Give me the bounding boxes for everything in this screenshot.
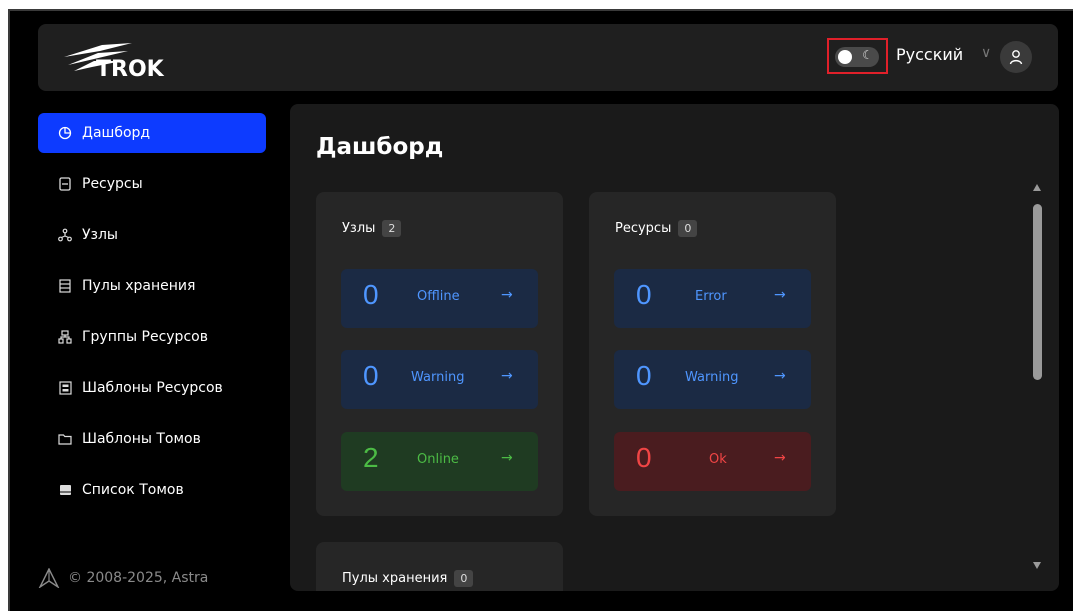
folder-icon [58,432,72,446]
trok-logo[interactable]: TROK [62,39,182,82]
stat-value: 0 [636,360,652,391]
sidebar-item-storage-pools[interactable]: Пулы хранения [38,266,266,306]
scroll-up-arrow-icon[interactable] [1033,184,1041,191]
sidebar-item-resources[interactable]: Ресурсы [38,164,266,204]
dashboard-panel: Дашборд Узлы 2 0 Offline → 0 Warning → 2… [290,104,1059,591]
page-title: Дашборд [316,134,444,160]
resources-card: Ресурсы 0 0 Error → 0 Warning → 0 Ok → [589,192,836,516]
template-icon [58,381,72,395]
language-select[interactable]: Русский [896,45,963,64]
storage-pools-card: Пулы хранения 0 [316,542,563,591]
card-title: Ресурсы 0 [615,220,698,237]
stat-label: Warning [685,370,739,385]
stat-label: Online [417,452,459,467]
sidebar-item-label: Группы Ресурсов [82,329,208,345]
stat-value: 0 [363,360,379,391]
group-icon [58,330,72,344]
sidebar-item-label: Пулы хранения [82,278,196,294]
user-menu-button[interactable] [1000,41,1032,73]
pie-chart-icon [58,126,72,140]
sidebar-item-label: Узлы [82,227,118,243]
sidebar-item-resource-groups[interactable]: Группы Ресурсов [38,317,266,357]
nodes-offline-stat[interactable]: 0 Offline → [341,269,538,328]
server-icon [58,177,72,191]
nodes-online-stat[interactable]: 2 Online → [341,432,538,491]
arrow-right-icon: → [501,287,513,303]
card-title: Узлы 2 [342,220,402,237]
nodes-card: Узлы 2 0 Offline → 0 Warning → 2 Online … [316,192,563,516]
sidebar-item-label: Шаблоны Ресурсов [82,380,223,396]
chevron-down-icon[interactable]: ∨ [981,45,991,61]
card-title-text: Ресурсы [615,221,672,236]
sidebar-item-resource-templates[interactable]: Шаблоны Ресурсов [38,368,266,408]
toggle-knob [838,50,852,64]
logo-text: TROK [96,57,165,79]
sidebar-item-label: Дашборд [82,125,151,141]
sidebar-item-volume-templates[interactable]: Шаблоны Томов [38,419,266,459]
stat-value: 0 [636,279,652,310]
main-scrollbar[interactable] [1030,180,1046,580]
copyright-footer: © 2008-2025, Astra [38,568,208,588]
stat-value: 0 [636,442,652,473]
stat-value: 2 [363,442,379,473]
stat-label: Warning [411,370,465,385]
top-header: TROK ☾ Русский ∨ [38,24,1058,91]
user-icon [1009,50,1023,65]
stat-value: 0 [363,279,379,310]
card-title-text: Пулы хранения [342,571,448,586]
sidebar-item-label: Список Томов [82,482,184,498]
arrow-right-icon: → [774,368,786,384]
arrow-right-icon: → [501,450,513,466]
scroll-down-arrow-icon[interactable] [1033,562,1041,569]
storage-pool-icon [58,279,72,293]
card-title: Пулы хранения 0 [342,570,474,587]
theme-toggle-highlight: ☾ [827,38,888,74]
stat-label: Error [695,289,727,304]
arrow-right-icon: → [774,450,786,466]
arrow-right-icon: → [501,368,513,384]
sidebar-nav: Дашборд Ресурсы Узлы Пулы хранения Групп… [38,113,266,521]
volume-list-icon [58,483,72,497]
stat-label: Ok [709,452,727,467]
scroll-thumb[interactable] [1033,204,1042,380]
nodes-icon [58,228,72,242]
sidebar-item-label: Ресурсы [82,176,143,192]
nodes-warning-stat[interactable]: 0 Warning → [341,350,538,409]
count-badge: 0 [454,570,474,587]
card-title-text: Узлы [342,221,376,236]
sidebar-item-nodes[interactable]: Узлы [38,215,266,255]
theme-toggle[interactable]: ☾ [835,47,879,67]
sidebar-item-volume-list[interactable]: Список Томов [38,470,266,510]
arrow-right-icon: → [774,287,786,303]
count-badge: 0 [678,220,698,237]
resources-warning-stat[interactable]: 0 Warning → [614,350,811,409]
astra-logo-icon [38,568,60,588]
sidebar-item-label: Шаблоны Томов [82,431,201,447]
resources-error-stat[interactable]: 0 Error → [614,269,811,328]
moon-icon: ☾ [862,48,873,62]
resources-ok-stat[interactable]: 0 Ok → [614,432,811,491]
stat-label: Offline [417,289,460,304]
count-badge: 2 [382,220,402,237]
copyright-text: © 2008-2025, Astra [68,570,209,586]
sidebar-item-dashboard[interactable]: Дашборд [38,113,266,153]
